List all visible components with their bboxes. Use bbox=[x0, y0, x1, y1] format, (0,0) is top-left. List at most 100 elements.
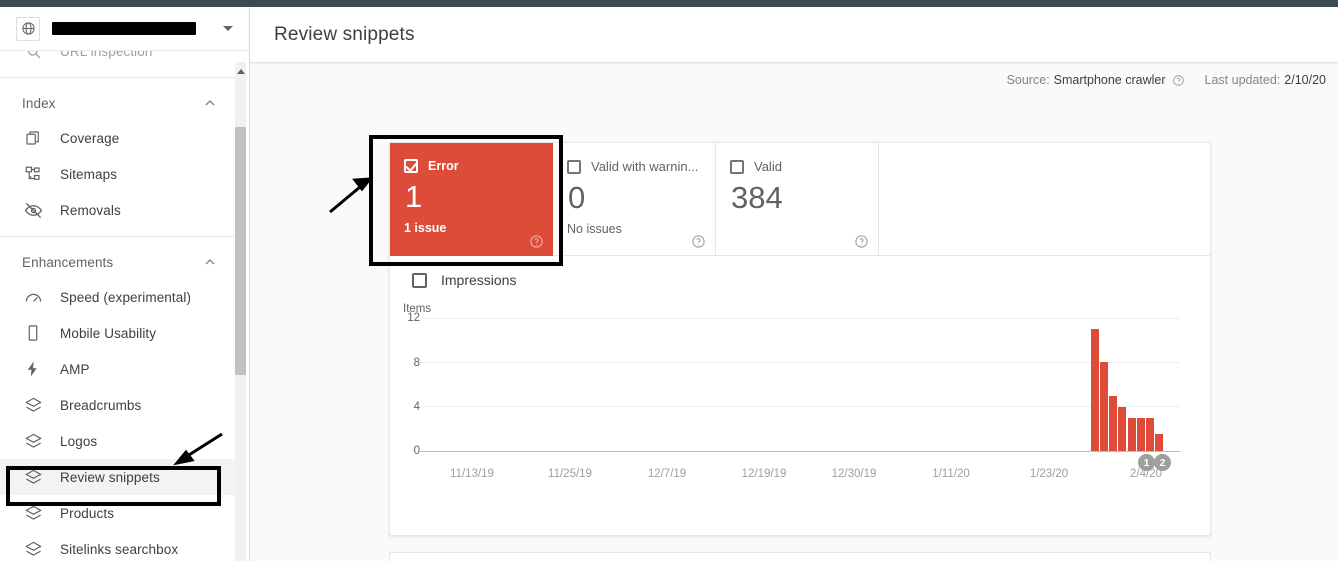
chart-bar[interactable] bbox=[1136, 417, 1145, 451]
chart-bar[interactable] bbox=[1118, 406, 1127, 451]
layers-icon bbox=[22, 394, 44, 416]
main-content: Review snippets Source: Smartphone crawl… bbox=[250, 7, 1338, 561]
pages-icon bbox=[22, 127, 44, 149]
magnifier-icon bbox=[22, 51, 44, 62]
sidebar-item-label: Products bbox=[60, 505, 115, 521]
status-card-name: Error bbox=[428, 159, 459, 173]
source-label: Source: bbox=[1006, 73, 1050, 87]
checkbox-checked-icon[interactable] bbox=[404, 159, 418, 173]
sidebar-item-label: Sitemaps bbox=[60, 166, 118, 182]
layers-icon bbox=[22, 430, 44, 452]
checkbox-icon[interactable] bbox=[567, 159, 581, 174]
chart-bar[interactable] bbox=[1154, 434, 1163, 451]
chart-bar[interactable] bbox=[1109, 395, 1118, 451]
sidebar-section-enhancements[interactable]: Enhancements bbox=[0, 245, 236, 279]
sidebar: URL inspection Index Coverage Sitemaps R… bbox=[0, 7, 250, 561]
x-tick-label: 12/7/19 bbox=[647, 468, 687, 480]
sidebar-item-url-inspection[interactable]: URL inspection bbox=[0, 51, 236, 69]
sidebar-item-label: AMP bbox=[60, 361, 90, 377]
sidebar-item-label: Speed (experimental) bbox=[60, 289, 192, 305]
y-tick-label: 12 bbox=[407, 312, 420, 324]
report-panel: Error 1 1 issue Valid with warnin... 0 N… bbox=[389, 142, 1211, 536]
sidebar-item-speed[interactable]: Speed (experimental) bbox=[0, 279, 236, 315]
x-tick-label: 11/13/19 bbox=[450, 468, 494, 480]
sidebar-divider bbox=[0, 77, 236, 78]
status-card-subtitle: 1 issue bbox=[404, 221, 447, 235]
sidebar-item-label: Review snippets bbox=[60, 469, 160, 485]
chart-badge[interactable]: 2 bbox=[1154, 454, 1171, 471]
sidebar-item-breadcrumbs[interactable]: Breadcrumbs bbox=[0, 387, 236, 423]
sidebar-item-logos[interactable]: Logos bbox=[0, 423, 236, 459]
phone-icon bbox=[22, 322, 44, 344]
sidebar-section-label: Enhancements bbox=[22, 254, 114, 270]
sitemap-icon bbox=[22, 163, 44, 185]
source-and-updated-bar: Source: Smartphone crawler Last updated:… bbox=[250, 62, 1338, 98]
chart-plot-area: Items 12 8 4 0 11/13/19 11/25/19 12/7/19… bbox=[390, 256, 1212, 536]
source-value[interactable]: Smartphone crawler bbox=[1054, 73, 1166, 87]
x-tick-label: 11/25/19 bbox=[548, 468, 592, 480]
chart-bar[interactable] bbox=[1091, 329, 1100, 451]
status-card-name: Valid with warnin... bbox=[591, 159, 699, 174]
secondary-panel bbox=[389, 552, 1211, 561]
chart-bar[interactable] bbox=[1127, 417, 1136, 451]
sidebar-scrollbar-thumb[interactable] bbox=[235, 127, 246, 375]
chevron-up-icon[interactable] bbox=[202, 95, 218, 111]
status-card-value: 1 bbox=[405, 179, 423, 214]
y-tick-label: 4 bbox=[413, 401, 420, 413]
sidebar-item-label: Logos bbox=[60, 433, 98, 449]
sidebar-item-removals[interactable]: Removals bbox=[0, 192, 236, 228]
layers-icon bbox=[22, 466, 44, 488]
status-card-name: Valid bbox=[754, 159, 782, 174]
y-tick-label: 0 bbox=[413, 445, 420, 457]
sidebar-divider bbox=[0, 236, 236, 237]
status-card-value: 384 bbox=[731, 180, 783, 215]
layers-icon bbox=[22, 538, 44, 560]
x-tick-label: 1/11/20 bbox=[932, 468, 970, 480]
sidebar-item-mobile-usability[interactable]: Mobile Usability bbox=[0, 315, 236, 351]
scroll-up-arrow-icon[interactable] bbox=[235, 65, 246, 77]
page-title: Review snippets bbox=[274, 23, 415, 45]
chart-bar[interactable] bbox=[1100, 362, 1109, 451]
checkbox-icon[interactable] bbox=[730, 159, 744, 174]
sidebar-section-index[interactable]: Index bbox=[0, 86, 236, 120]
sidebar-item-amp[interactable]: AMP bbox=[0, 351, 236, 387]
status-cards-row: Error 1 1 issue Valid with warnin... 0 N… bbox=[390, 143, 1210, 256]
sidebar-section-label: Index bbox=[22, 95, 56, 111]
status-cards-filler bbox=[879, 143, 1210, 256]
chevron-down-icon[interactable] bbox=[216, 17, 240, 41]
help-circle-icon[interactable] bbox=[529, 234, 544, 249]
last-updated-value: 2/10/20 bbox=[1284, 73, 1326, 87]
status-card-valid-with-warnings[interactable]: Valid with warnin... 0 No issues bbox=[553, 143, 716, 256]
x-tick-label: 12/19/19 bbox=[741, 468, 787, 480]
sidebar-scroll-area[interactable]: URL inspection Index Coverage Sitemaps R… bbox=[0, 51, 250, 561]
chevron-up-icon[interactable] bbox=[202, 254, 218, 270]
sidebar-item-sitemaps[interactable]: Sitemaps bbox=[0, 156, 236, 192]
sidebar-item-label: Breadcrumbs bbox=[60, 397, 142, 413]
sidebar-item-label: Coverage bbox=[60, 130, 120, 146]
search-console-page: URL inspection Index Coverage Sitemaps R… bbox=[0, 0, 1338, 561]
chart-badge[interactable]: 1 bbox=[1138, 454, 1155, 471]
sidebar-item-sitelinks-searchbox[interactable]: Sitelinks searchbox bbox=[0, 531, 236, 561]
sidebar-item-label: Mobile Usability bbox=[60, 325, 157, 341]
x-tick-label: 12/30/19 bbox=[831, 468, 877, 480]
sidebar-item-coverage[interactable]: Coverage bbox=[0, 120, 236, 156]
speedometer-icon bbox=[22, 286, 44, 308]
x-tick-label: 1/23/20 bbox=[1029, 468, 1069, 480]
sidebar-item-review-snippets[interactable]: Review snippets bbox=[0, 459, 236, 495]
layers-icon bbox=[22, 502, 44, 524]
status-card-valid[interactable]: Valid 384 bbox=[716, 143, 879, 256]
sidebar-item-products[interactable]: Products bbox=[0, 495, 236, 531]
last-updated-label: Last updated: bbox=[1204, 73, 1281, 87]
sidebar-item-label: Removals bbox=[60, 202, 121, 218]
chart-bar[interactable] bbox=[1145, 417, 1154, 451]
sidebar-item-label: Sitelinks searchbox bbox=[60, 541, 179, 557]
chart-bars bbox=[420, 318, 1180, 451]
property-selector[interactable] bbox=[0, 7, 250, 51]
help-circle-icon[interactable] bbox=[854, 234, 869, 249]
y-tick-label: 8 bbox=[413, 357, 420, 369]
status-card-error[interactable]: Error 1 1 issue bbox=[390, 143, 553, 256]
help-circle-icon[interactable] bbox=[1172, 74, 1185, 87]
help-circle-icon[interactable] bbox=[691, 234, 706, 249]
globe-icon bbox=[16, 16, 40, 41]
property-url-redacted bbox=[52, 22, 196, 35]
